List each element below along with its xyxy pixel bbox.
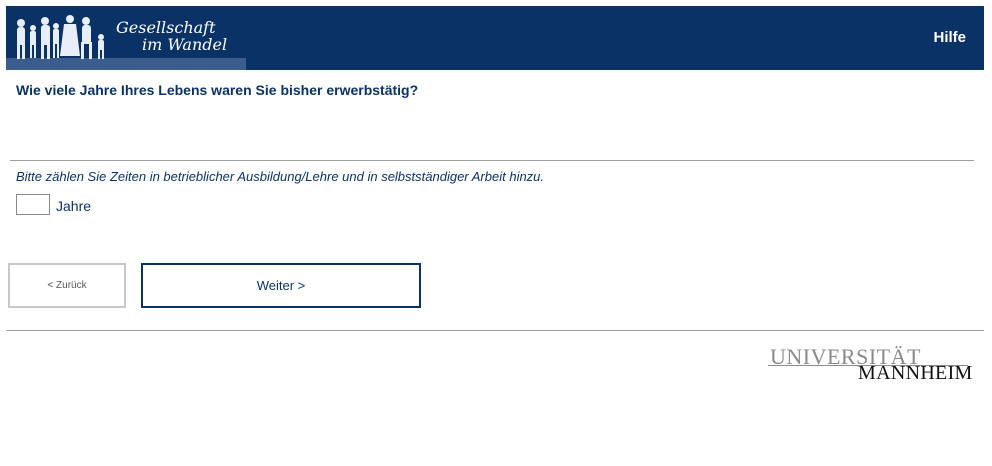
header-bar: Gesellschaft im Wandel Hilfe bbox=[6, 6, 984, 70]
logo-text-line2: im Wandel bbox=[142, 35, 228, 54]
years-unit-label: Jahre bbox=[56, 198, 92, 214]
divider bbox=[10, 160, 974, 161]
help-link[interactable]: Hilfe bbox=[933, 29, 966, 46]
hint-text: Bitte zählen Sie Zeiten in betrieblicher… bbox=[16, 169, 545, 184]
back-button[interactable]: < Zurück bbox=[8, 263, 126, 308]
years-input[interactable] bbox=[16, 194, 50, 215]
university-logo-line2: MANNHEIM bbox=[858, 362, 973, 384]
next-button[interactable]: Weiter > bbox=[141, 263, 421, 308]
question-text: Wie viele Jahre Ihres Lebens waren Sie b… bbox=[16, 82, 419, 98]
footer-divider bbox=[6, 330, 984, 331]
site-logo[interactable]: Gesellschaft im Wandel bbox=[6, 6, 246, 70]
university-logo: UNIVERSITÄT MANNHEIM bbox=[768, 344, 973, 384]
